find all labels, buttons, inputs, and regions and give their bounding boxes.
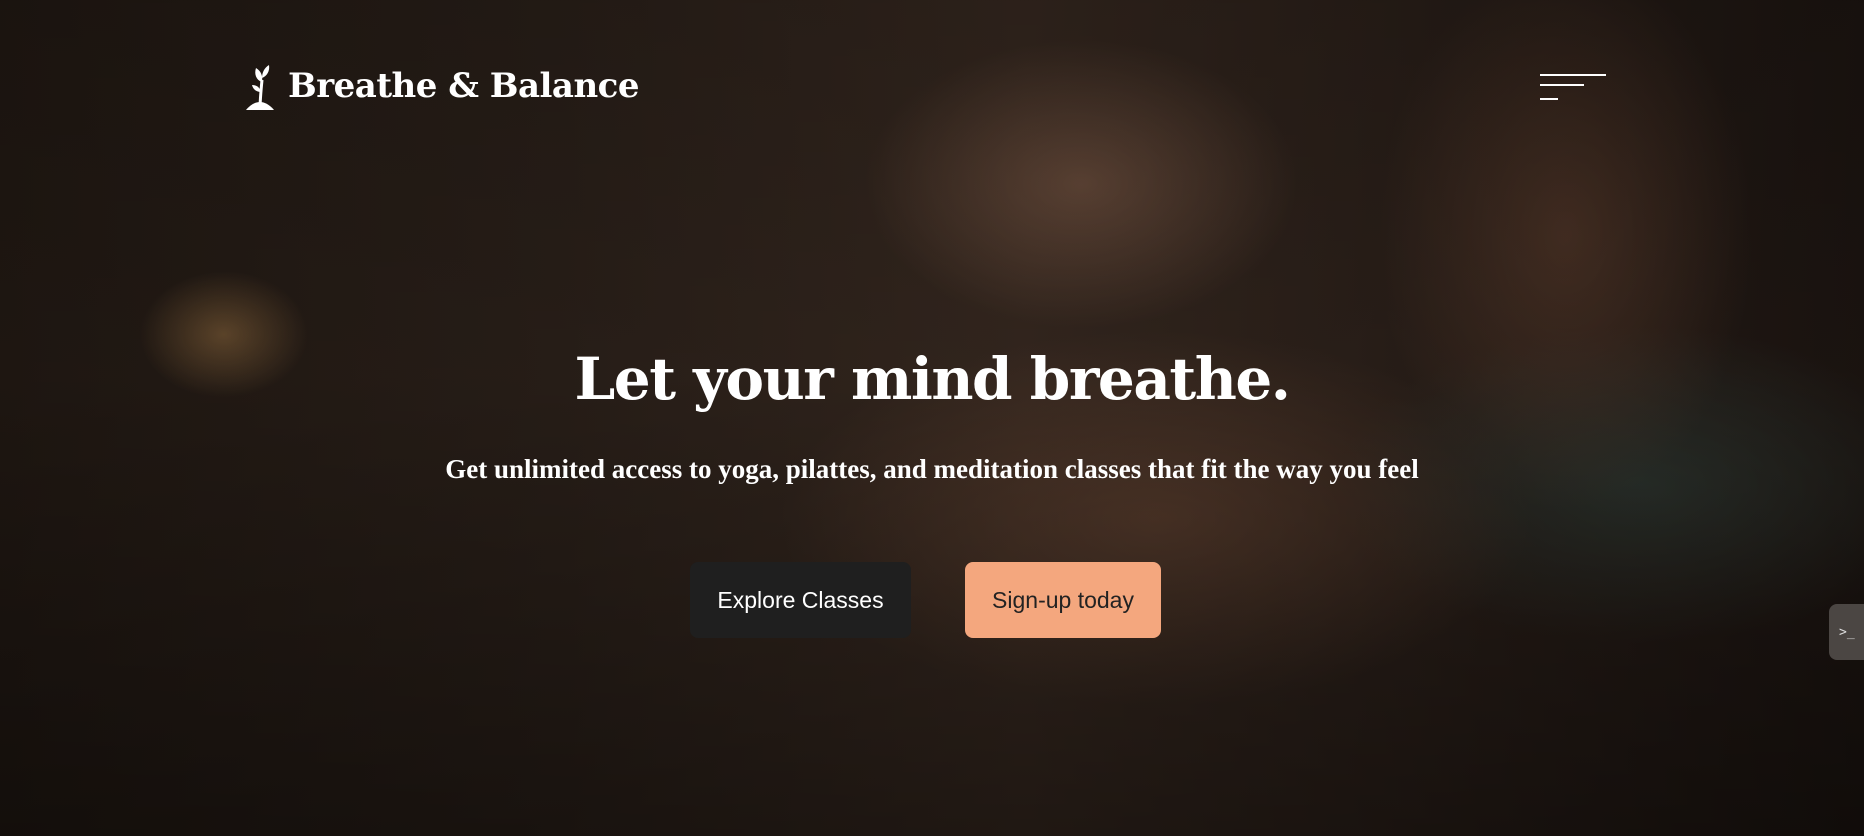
brand-name: Breathe & Balance — [288, 66, 640, 106]
terminal-icon: >_ — [1839, 624, 1855, 640]
brand-logo[interactable]: Breathe & Balance — [242, 60, 640, 112]
sprout-figure-icon — [246, 65, 274, 111]
explore-classes-button[interactable]: Explore Classes — [690, 562, 911, 638]
hero-background-photo — [0, 0, 1864, 836]
side-tab[interactable]: >_ — [1829, 604, 1864, 660]
signup-button[interactable]: Sign-up today — [965, 562, 1161, 638]
hero-headline: Let your mind breathe. — [574, 345, 1291, 413]
menu-line — [1540, 84, 1584, 86]
hero-subheadline: Get unlimited access to yoga, pilattes, … — [445, 454, 1419, 484]
hamburger-menu-icon[interactable] — [1540, 70, 1610, 106]
menu-line — [1540, 74, 1606, 76]
menu-line — [1540, 98, 1558, 100]
